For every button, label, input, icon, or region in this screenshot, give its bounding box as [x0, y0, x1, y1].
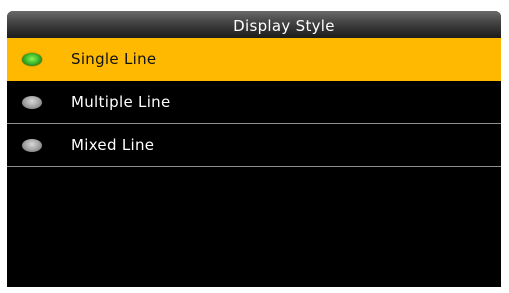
option-label: Mixed Line	[71, 136, 155, 154]
page-title: Display Style	[233, 16, 335, 35]
radio-selected-icon	[22, 53, 42, 66]
display-style-options: Single Line Multiple Line Mixed Line	[7, 38, 501, 167]
option-single-line[interactable]: Single Line	[7, 38, 501, 81]
option-label: Single Line	[71, 50, 157, 68]
option-label: Multiple Line	[71, 93, 171, 111]
radio-unselected-icon	[22, 139, 42, 152]
option-mixed-line[interactable]: Mixed Line	[7, 124, 501, 167]
device-screen: Display Style Single Line Multiple Line …	[7, 11, 501, 287]
option-multiple-line[interactable]: Multiple Line	[7, 81, 501, 124]
radio-unselected-icon	[22, 96, 42, 109]
title-bar: Display Style	[7, 11, 501, 38]
